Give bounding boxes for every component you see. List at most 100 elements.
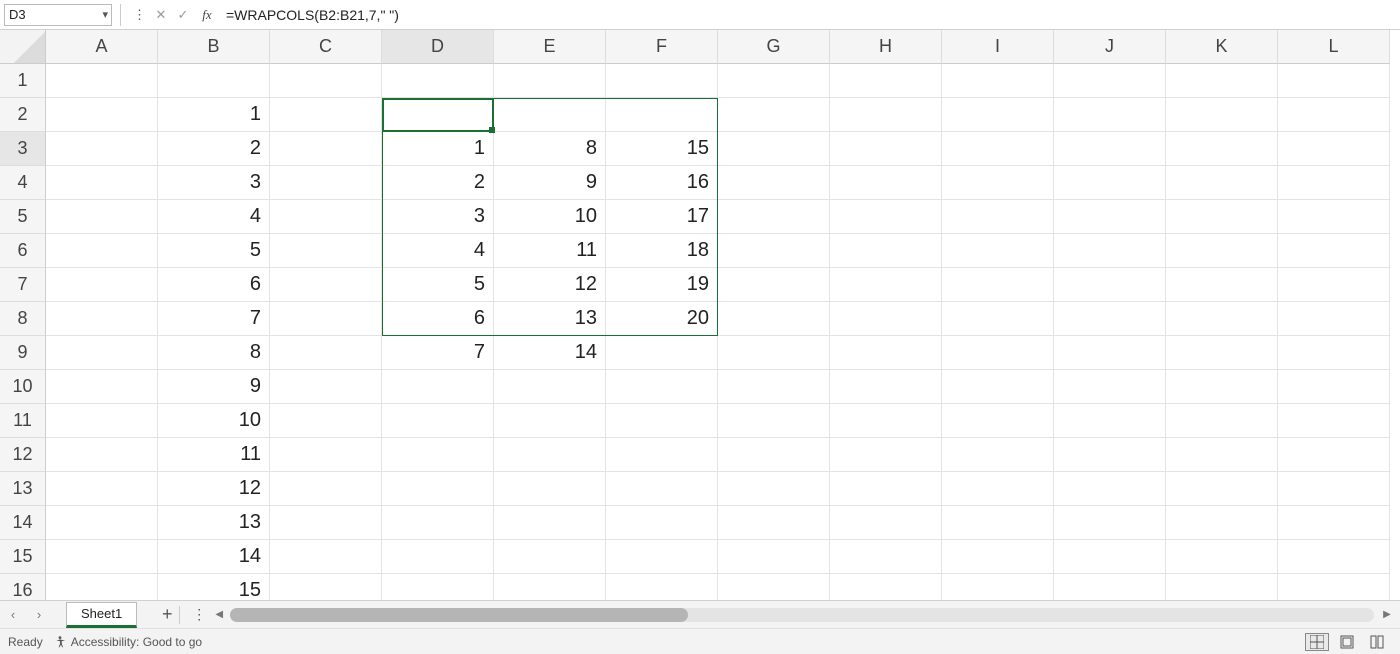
cell[interactable] [382, 404, 494, 438]
cell[interactable]: 16 [606, 166, 718, 200]
cell[interactable] [1166, 132, 1278, 166]
cell[interactable] [606, 370, 718, 404]
cell[interactable] [494, 574, 606, 600]
cell[interactable] [1166, 336, 1278, 370]
cell[interactable] [718, 472, 830, 506]
cell[interactable] [1054, 200, 1166, 234]
cell[interactable] [1278, 302, 1390, 336]
cell[interactable]: 5 [158, 234, 270, 268]
cell[interactable] [942, 506, 1054, 540]
cell[interactable] [270, 200, 382, 234]
cell[interactable] [382, 540, 494, 574]
cell[interactable] [830, 234, 942, 268]
cell[interactable] [494, 404, 606, 438]
cell[interactable]: 2 [158, 132, 270, 166]
view-page-layout-button[interactable] [1335, 633, 1359, 651]
cell[interactable] [830, 98, 942, 132]
cell[interactable] [1054, 574, 1166, 600]
cell[interactable] [1054, 302, 1166, 336]
cell[interactable] [494, 370, 606, 404]
cell[interactable] [46, 98, 158, 132]
cell[interactable] [1054, 166, 1166, 200]
cell[interactable]: 2 [382, 166, 494, 200]
cell[interactable] [1278, 574, 1390, 600]
cell[interactable] [46, 472, 158, 506]
cell[interactable] [494, 98, 606, 132]
name-box-input[interactable] [5, 7, 111, 22]
cell[interactable] [270, 472, 382, 506]
cell[interactable] [606, 336, 718, 370]
cell[interactable] [942, 336, 1054, 370]
chevron-down-icon[interactable]: ▾ [102, 8, 108, 21]
tab-prev-button[interactable]: ‹ [2, 604, 24, 626]
cell[interactable] [830, 200, 942, 234]
cell[interactable] [830, 166, 942, 200]
cell[interactable] [46, 64, 158, 98]
cell[interactable]: 12 [158, 472, 270, 506]
cell[interactable] [942, 472, 1054, 506]
cell[interactable]: 15 [158, 574, 270, 600]
cell[interactable] [1278, 166, 1390, 200]
cell[interactable] [494, 472, 606, 506]
cell[interactable] [46, 302, 158, 336]
cell[interactable] [46, 370, 158, 404]
cell[interactable] [830, 268, 942, 302]
cell[interactable] [1054, 336, 1166, 370]
cell[interactable] [270, 98, 382, 132]
cell[interactable] [718, 404, 830, 438]
cell[interactable] [942, 302, 1054, 336]
cell[interactable]: 4 [158, 200, 270, 234]
cell[interactable] [718, 132, 830, 166]
cell[interactable] [1054, 506, 1166, 540]
column-header[interactable]: B [158, 30, 270, 64]
cell[interactable] [1278, 506, 1390, 540]
cell[interactable] [718, 370, 830, 404]
cell[interactable] [830, 336, 942, 370]
column-header[interactable]: I [942, 30, 1054, 64]
row-header[interactable]: 1 [0, 64, 46, 98]
cell[interactable] [606, 506, 718, 540]
cell[interactable] [382, 64, 494, 98]
cell[interactable] [270, 132, 382, 166]
cell[interactable]: 10 [158, 404, 270, 438]
column-header[interactable]: J [1054, 30, 1166, 64]
row-header[interactable]: 16 [0, 574, 46, 600]
cell[interactable]: 1 [158, 98, 270, 132]
cell[interactable]: 3 [158, 166, 270, 200]
cell[interactable] [942, 132, 1054, 166]
cell[interactable] [270, 234, 382, 268]
cell[interactable]: 13 [158, 506, 270, 540]
cell[interactable] [1166, 200, 1278, 234]
cell[interactable] [830, 370, 942, 404]
cell[interactable] [942, 64, 1054, 98]
row-header[interactable]: 12 [0, 438, 46, 472]
cell[interactable]: 11 [158, 438, 270, 472]
accessibility-status[interactable]: Accessibility: Good to go [53, 635, 202, 649]
row-header[interactable]: 5 [0, 200, 46, 234]
cell[interactable] [1278, 64, 1390, 98]
row-header[interactable]: 15 [0, 540, 46, 574]
cell[interactable] [382, 438, 494, 472]
row-header[interactable]: 3 [0, 132, 46, 166]
cell[interactable] [718, 574, 830, 600]
cell[interactable] [942, 98, 1054, 132]
cell[interactable] [46, 268, 158, 302]
cell[interactable] [718, 302, 830, 336]
cell[interactable]: 7 [382, 336, 494, 370]
cell[interactable]: 18 [606, 234, 718, 268]
cell[interactable] [382, 574, 494, 600]
cell[interactable]: 9 [158, 370, 270, 404]
cell[interactable]: 5 [382, 268, 494, 302]
cell[interactable]: 1 [382, 132, 494, 166]
cell[interactable] [46, 506, 158, 540]
cell[interactable] [1278, 336, 1390, 370]
cell[interactable]: 11 [494, 234, 606, 268]
cell[interactable] [718, 200, 830, 234]
cell[interactable] [830, 132, 942, 166]
cell[interactable] [1278, 472, 1390, 506]
cell[interactable] [830, 472, 942, 506]
cell[interactable] [830, 574, 942, 600]
cell[interactable] [1278, 200, 1390, 234]
cell[interactable] [1278, 234, 1390, 268]
insert-function-button[interactable]: fx [196, 6, 218, 24]
